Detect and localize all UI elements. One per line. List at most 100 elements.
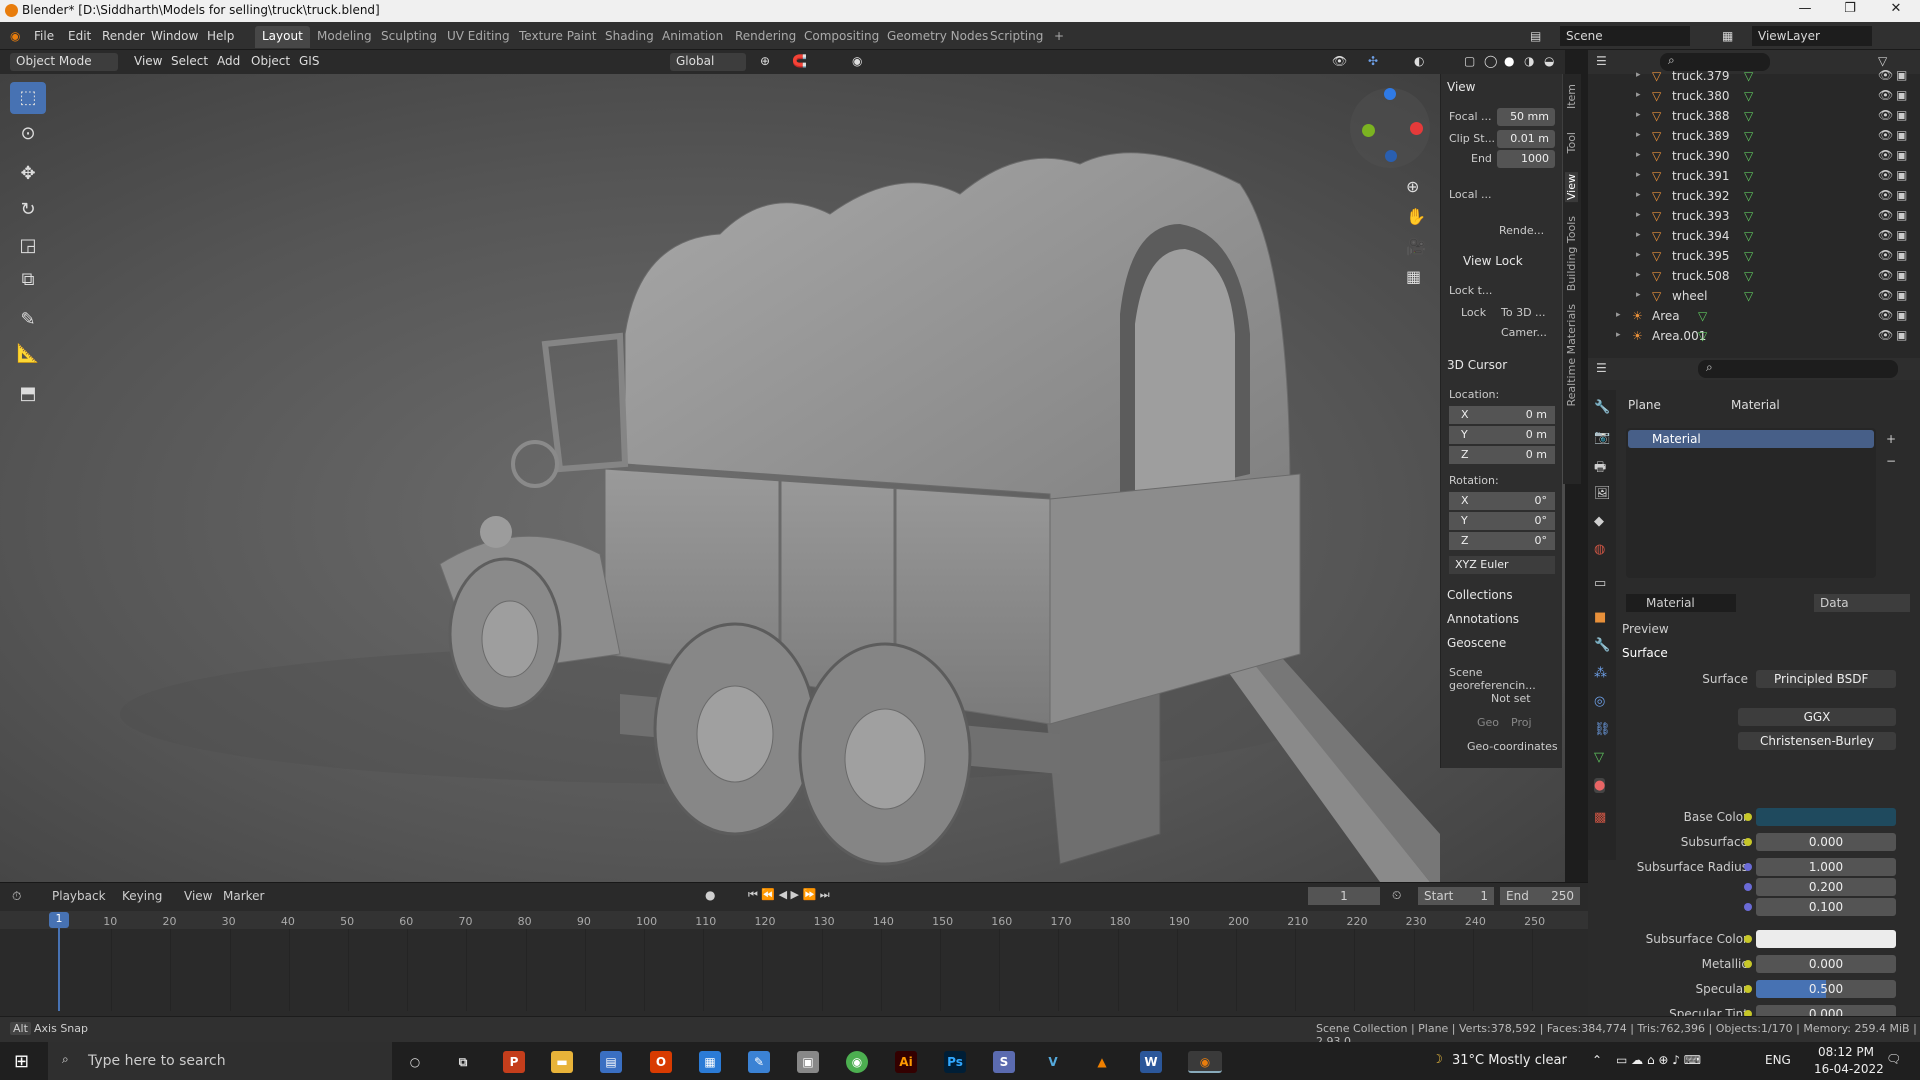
playback-controls[interactable]: ⏮ ⏪ ◀ ▶ ⏩ ⏭ — [748, 888, 830, 902]
viewport-menu-add[interactable]: Add — [217, 54, 240, 68]
property-value-field[interactable]: 0.200 — [1756, 878, 1896, 896]
timeline-menu-playback[interactable]: Playback — [52, 889, 106, 903]
tab-scripting[interactable]: Scripting — [983, 26, 1050, 48]
cursor-rotation-z[interactable]: Z 0° — [1449, 532, 1555, 550]
material-tab-icon[interactable]: ● — [1594, 778, 1606, 793]
tab-uv-editing[interactable]: UV Editing — [440, 26, 517, 48]
scene-selector[interactable]: Scene — [1560, 26, 1690, 46]
outliner-row[interactable]: ▸ ▽ truck.508 ▽ 👁 ▣ — [1588, 266, 1920, 286]
pivot-icon[interactable]: ⊕ — [760, 54, 770, 68]
outliner-row[interactable]: ▸ ☀ Area ▽ 👁 ▣ — [1588, 306, 1920, 326]
move-tool-icon[interactable]: ✥ — [10, 158, 46, 190]
menu-help[interactable]: Help — [207, 29, 234, 43]
property-value-field[interactable]: 0.000 — [1756, 833, 1896, 851]
render-camera-icon[interactable]: ▣ — [1896, 288, 1907, 302]
expand-icon[interactable]: ▸ — [1636, 290, 1641, 300]
tray-icons[interactable]: ▭ ☁ ⌂ ⊕ ♪ ⌨ — [1616, 1053, 1701, 1067]
tab-sculpting[interactable]: Sculpting — [374, 26, 444, 48]
photos-app-icon[interactable]: ▣ — [797, 1051, 819, 1073]
menu-file[interactable]: File — [34, 29, 54, 43]
expand-icon[interactable]: ▸ — [1636, 270, 1641, 280]
tab-compositing[interactable]: Compositing — [797, 26, 886, 48]
lock-camera-checkbox[interactable]: Camer... — [1501, 326, 1547, 339]
tray-chevron-icon[interactable]: ⌃ — [1592, 1053, 1602, 1067]
viewport-menu-gis[interactable]: GIS — [299, 54, 319, 68]
blender-taskbar-icon[interactable]: ◉ — [1188, 1051, 1222, 1073]
property-value-field[interactable]: 0.100 — [1756, 898, 1896, 916]
outliner-row[interactable]: ▸ ▽ truck.394 ▽ 👁 ▣ — [1588, 226, 1920, 246]
expand-icon[interactable]: ▸ — [1636, 170, 1641, 180]
outliner-row[interactable]: ▸ ▽ truck.392 ▽ 👁 ▣ — [1588, 186, 1920, 206]
material-slot[interactable]: Material — [1628, 430, 1874, 448]
menu-edit[interactable]: Edit — [68, 29, 91, 43]
preview-panel-header[interactable]: Preview — [1622, 622, 1669, 636]
expand-icon[interactable]: ▸ — [1636, 110, 1641, 120]
tab-layout[interactable]: Layout — [255, 26, 310, 48]
visibility-eye-icon[interactable]: 👁 — [1878, 308, 1893, 322]
visibility-eye-icon[interactable]: 👁 — [1878, 168, 1893, 182]
gizmo-x-axis-icon[interactable] — [1410, 122, 1423, 135]
particles-tab-icon[interactable]: ⁂ — [1594, 666, 1607, 681]
outliner-row[interactable]: ▸ ▽ truck.393 ▽ 👁 ▣ — [1588, 206, 1920, 226]
property-value-field[interactable]: 0.500 — [1756, 980, 1896, 998]
visibility-eye-icon[interactable]: 👁 — [1878, 328, 1893, 342]
expand-icon[interactable]: ▸ — [1636, 150, 1641, 160]
visibility-eye-icon[interactable]: 👁 — [1878, 68, 1893, 82]
timeline-menu-marker[interactable]: Marker — [223, 889, 264, 903]
gizmo-y-axis-icon[interactable] — [1362, 124, 1375, 137]
render-camera-icon[interactable]: ▣ — [1896, 168, 1907, 182]
taskbar-search-box[interactable]: ⌕ Type here to search — [48, 1042, 392, 1080]
timeline-menu-keying[interactable]: Keying — [122, 889, 162, 903]
visibility-eye-icon[interactable]: 👁 — [1878, 288, 1893, 302]
render-camera-icon[interactable]: ▣ — [1896, 228, 1907, 242]
socket-dot-icon[interactable] — [1744, 863, 1752, 871]
record-icon[interactable]: ● — [705, 888, 715, 902]
tab-tool[interactable]: Tool — [1565, 132, 1578, 153]
socket-dot-icon[interactable] — [1744, 883, 1752, 891]
render-camera-icon[interactable]: ▣ — [1896, 328, 1907, 342]
material-shading-icon[interactable]: ◑ — [1524, 54, 1534, 68]
xray-icon[interactable]: ▢ — [1464, 54, 1475, 68]
tab-geometry-nodes[interactable]: Geometry Nodes — [880, 26, 995, 48]
tab-item[interactable]: Item — [1565, 84, 1578, 109]
socket-dot-icon[interactable] — [1744, 960, 1752, 968]
pan-hand-icon[interactable]: ✋ — [1406, 202, 1426, 232]
timeline-editor-icon[interactable]: ⏱ — [12, 889, 21, 904]
constraints-tab-icon[interactable]: ⛓ — [1594, 722, 1611, 737]
rendered-shading-icon[interactable]: ◒ — [1544, 54, 1554, 68]
powerpoint-icon[interactable]: P — [503, 1051, 525, 1073]
visibility-icon[interactable]: 👁 — [1332, 54, 1347, 68]
illustrator-icon[interactable]: Ai — [895, 1051, 917, 1073]
proj-button[interactable]: Proj — [1511, 716, 1532, 729]
gizmo-neg-z-icon[interactable] — [1385, 150, 1397, 162]
clip-start-field[interactable]: 0.01 m — [1497, 130, 1555, 148]
select-box-icon[interactable]: ⬚ — [10, 82, 46, 114]
snap-icon[interactable]: 🧲 — [792, 54, 807, 68]
cursor-rotation-x[interactable]: X 0° — [1449, 492, 1555, 510]
current-frame-field[interactable]: 1 — [1308, 887, 1380, 905]
texture-tab-icon[interactable]: ▩ — [1594, 810, 1606, 825]
preview-range-icon[interactable]: ⏲ — [1392, 888, 1401, 903]
object-tab-icon[interactable]: ■ — [1594, 610, 1606, 625]
visibility-eye-icon[interactable]: 👁 — [1878, 268, 1893, 282]
cursor-location-y[interactable]: Y0 m — [1449, 426, 1555, 444]
property-value-field[interactable]: 1.000 — [1756, 858, 1896, 876]
visibility-eye-icon[interactable]: 👁 — [1878, 128, 1893, 142]
3d-viewport[interactable]: ⊕ ✋ 🎥 ▦ — [0, 74, 1565, 882]
tab-animation[interactable]: Animation — [655, 26, 730, 48]
photoshop-icon[interactable]: Ps — [944, 1051, 966, 1073]
tool-tab-icon[interactable]: 🔧 — [1594, 400, 1610, 415]
scene-tab-icon[interactable]: ◆ — [1594, 514, 1604, 529]
properties-editor-type-icon[interactable]: ☰ — [1596, 361, 1607, 375]
expand-icon[interactable]: ▸ — [1636, 70, 1641, 80]
subsurface-method-selector[interactable]: Christensen-Burley — [1738, 732, 1896, 750]
outliner-row[interactable]: ▸ ▽ truck.388 ▽ 👁 ▣ — [1588, 106, 1920, 126]
material-name-field[interactable]: Material — [1626, 594, 1736, 612]
office-icon[interactable]: O — [650, 1051, 672, 1073]
overlay-icon[interactable]: ◐ — [1414, 54, 1424, 68]
minimize-button[interactable]: — — [1785, 1, 1825, 21]
render-camera-icon[interactable]: ▣ — [1896, 188, 1907, 202]
tab-rendering[interactable]: Rendering — [728, 26, 803, 48]
render-camera-icon[interactable]: ▣ — [1896, 308, 1907, 322]
tab-view[interactable]: View — [1565, 172, 1578, 203]
